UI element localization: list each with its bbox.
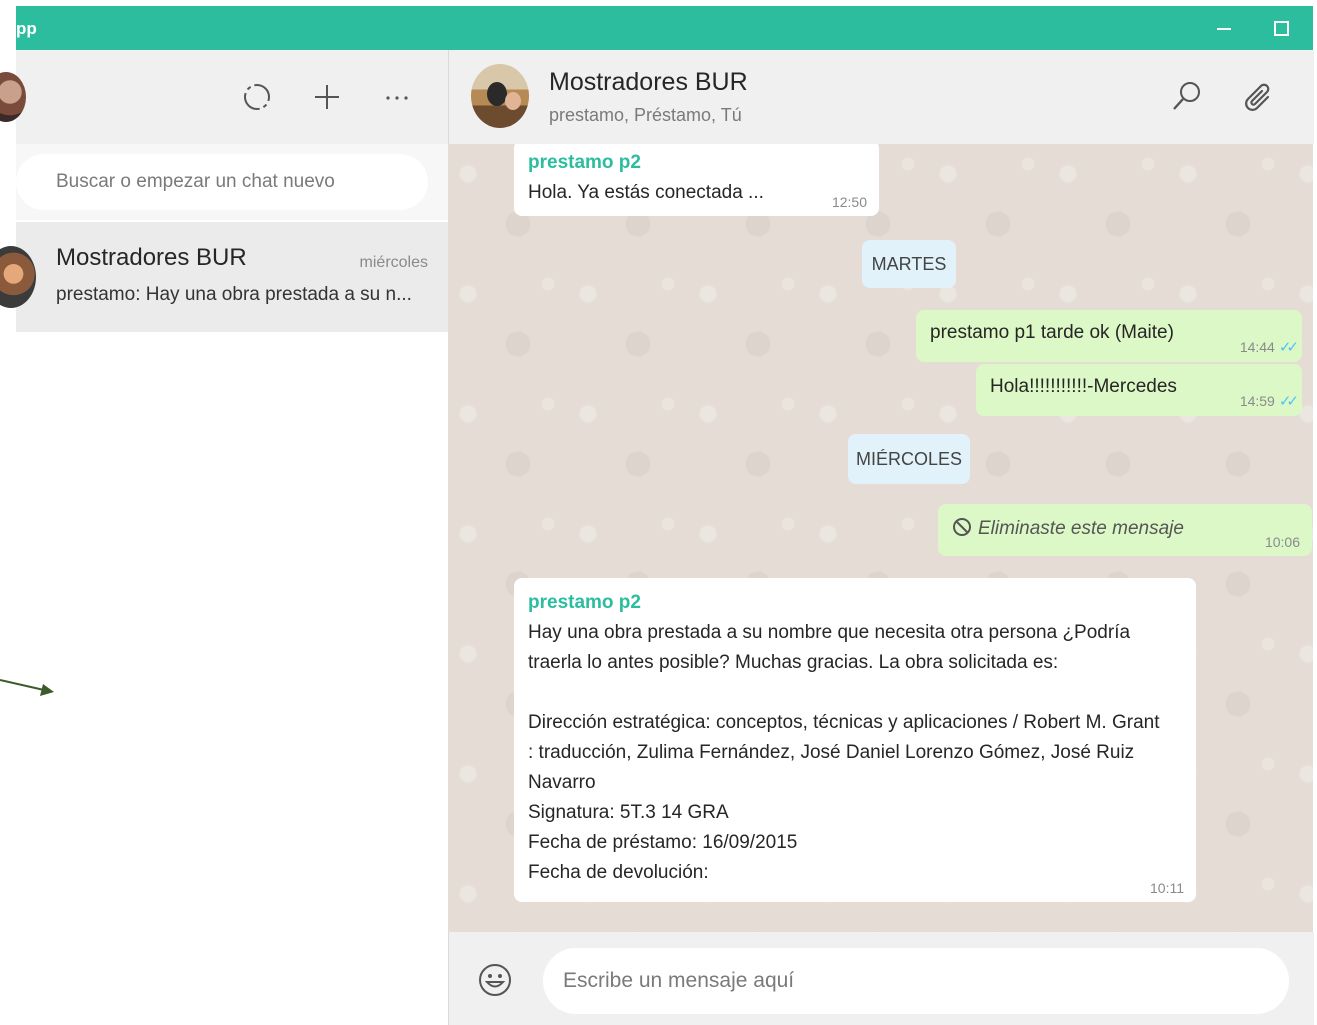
deleted-message-row: Eliminaste este mensaje bbox=[952, 516, 1298, 542]
minimize-button[interactable] bbox=[1217, 28, 1231, 30]
menu-icon[interactable] bbox=[380, 80, 414, 114]
search-input[interactable] bbox=[16, 154, 428, 210]
message-text: prestamo p1 tarde ok (Maite) bbox=[930, 322, 1174, 343]
message-time: 14:59 bbox=[1239, 393, 1275, 409]
message-incoming[interactable]: prestamo p2 Hay una obra prestada a su n… bbox=[514, 578, 1196, 902]
message-outgoing[interactable]: prestamo p1 tarde ok (Maite) 14:44 ✓✓ bbox=[916, 310, 1302, 362]
message-time: 10:06 bbox=[1264, 534, 1300, 550]
maximize-button[interactable] bbox=[1274, 21, 1289, 36]
message-outgoing[interactable]: Hola!!!!!!!!!!!-Mercedes 14:59 ✓✓ bbox=[976, 364, 1302, 416]
message-line: Fecha de devolución: bbox=[528, 862, 709, 883]
chat-title[interactable]: Mostradores BUR bbox=[549, 68, 748, 97]
app-title: pp bbox=[16, 19, 37, 38]
chat-avatar bbox=[0, 246, 36, 308]
message-line: traerla lo antes posible? Muchas gracias… bbox=[528, 652, 1059, 673]
message-time: 14:44 bbox=[1239, 339, 1275, 355]
message-time-wrap: 14:44 ✓✓ bbox=[1239, 338, 1299, 356]
composer bbox=[448, 932, 1314, 1025]
date-separator: MIÉRCOLES bbox=[848, 434, 970, 484]
title-bar: pp bbox=[16, 6, 1313, 50]
search-area bbox=[16, 144, 448, 220]
status-icon[interactable] bbox=[240, 80, 274, 114]
sidebar-header bbox=[0, 50, 448, 144]
message-line bbox=[528, 678, 1182, 708]
message-time: 12:50 bbox=[831, 194, 867, 210]
chat-list-item[interactable]: Mostradores BUR miércoles prestamo: Hay … bbox=[0, 222, 448, 332]
message-line: : traducción, Zulima Fernández, José Dan… bbox=[528, 742, 1135, 763]
message-sender: prestamo p2 bbox=[528, 592, 641, 613]
attach-icon[interactable] bbox=[1241, 78, 1277, 114]
deleted-icon bbox=[953, 518, 971, 536]
chat-preview: prestamo: Hay una obra prestada a su n..… bbox=[56, 284, 412, 305]
read-ticks-icon: ✓✓ bbox=[1278, 393, 1299, 410]
message-input[interactable] bbox=[543, 948, 1289, 1014]
message-text: Eliminaste este mensaje bbox=[978, 518, 1184, 539]
sidebar: Mostradores BUR miércoles prestamo: Hay … bbox=[0, 50, 448, 1025]
chat-time: miércoles bbox=[359, 254, 428, 271]
message-sender: prestamo p2 bbox=[528, 152, 641, 173]
message-incoming[interactable]: prestamo p2 Hola. Ya estás conectada ...… bbox=[514, 144, 879, 216]
emoji-icon[interactable] bbox=[477, 962, 513, 998]
message-time-wrap: 14:59 ✓✓ bbox=[1239, 392, 1299, 410]
message-line: Signatura: 5T.3 14 GRA bbox=[528, 802, 729, 823]
message-line: Navarro bbox=[528, 772, 596, 793]
message-list[interactable]: prestamo p2 Hola. Ya estás conectada ...… bbox=[448, 144, 1313, 932]
annotation-arrow bbox=[0, 679, 54, 696]
read-ticks-icon: ✓✓ bbox=[1278, 339, 1299, 356]
search-icon[interactable] bbox=[1169, 78, 1205, 114]
message-text: Hola. Ya estás conectada ... bbox=[528, 182, 764, 203]
group-avatar[interactable] bbox=[471, 64, 529, 128]
new-chat-icon[interactable] bbox=[310, 80, 344, 114]
chat-members: prestamo, Préstamo, Tú bbox=[549, 105, 742, 125]
profile-avatar[interactable] bbox=[0, 72, 26, 122]
message-line: Fecha de préstamo: 16/09/2015 bbox=[528, 832, 798, 853]
message-deleted[interactable]: Eliminaste este mensaje 10:06 bbox=[938, 504, 1312, 556]
message-time: 10:11 bbox=[1150, 880, 1184, 896]
chat-name: Mostradores BUR bbox=[56, 244, 247, 271]
message-line: Dirección estratégica: conceptos, técnic… bbox=[528, 712, 1160, 733]
date-separator: MARTES bbox=[862, 240, 956, 288]
message-line: Hay una obra prestada a su nombre que ne… bbox=[528, 622, 1131, 643]
chat-panel: Mostradores BUR prestamo, Préstamo, Tú p… bbox=[448, 50, 1314, 1025]
chat-header: Mostradores BUR prestamo, Préstamo, Tú bbox=[448, 50, 1314, 144]
